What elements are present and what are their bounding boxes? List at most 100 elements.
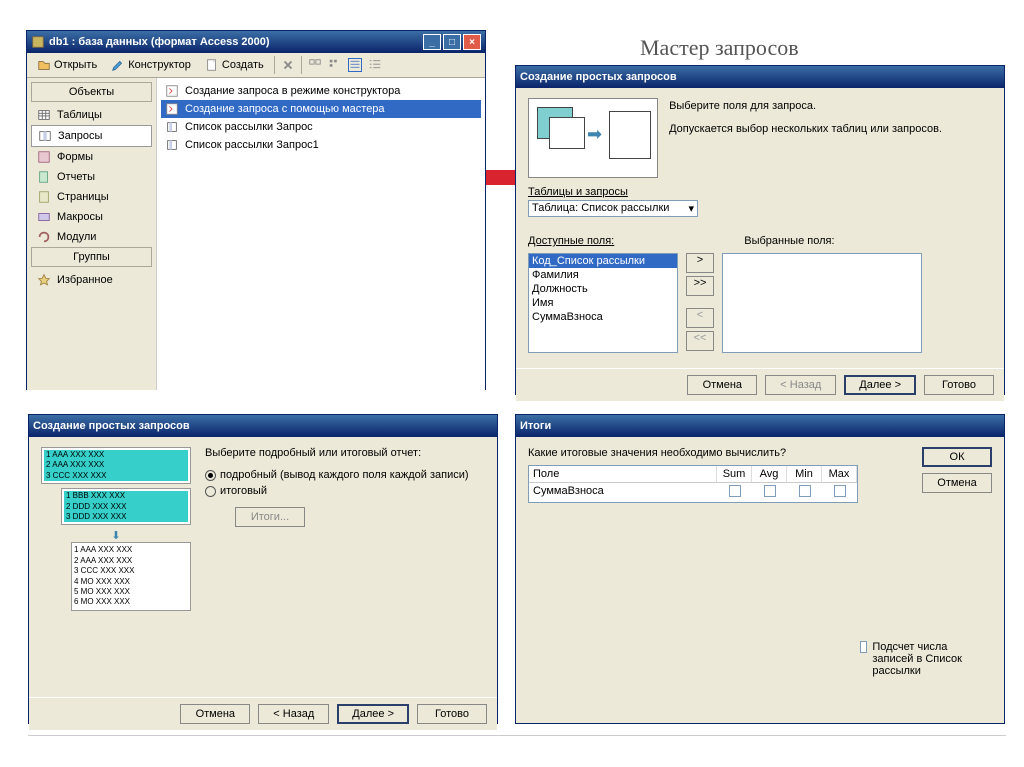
form-icon [37, 150, 51, 164]
create-button[interactable]: Создать [201, 56, 268, 74]
window-title: db1 : база данных (формат Access 2000) [49, 36, 270, 48]
maximize-button[interactable]: □ [443, 34, 461, 50]
cancel-button[interactable]: Отмена [922, 473, 992, 493]
table-combo[interactable]: Таблица: Список рассылки▾ [528, 200, 698, 217]
wizard-report-type-dialog: Создание простых запросов 1 AAA XXX XXX2… [28, 414, 498, 724]
sidebar-item-reports[interactable]: Отчеты [31, 167, 152, 187]
view-small-icon[interactable] [328, 58, 342, 72]
row-field-name: СуммаВзноса [529, 483, 717, 502]
list-item[interactable]: Список рассылки Запрос1 [161, 136, 481, 154]
remove-all-button[interactable]: << [686, 331, 714, 351]
checkbox-icon [860, 641, 867, 653]
page-title: Мастер запросов [640, 35, 799, 61]
sidebar-item-favorites[interactable]: Избранное [31, 270, 152, 290]
sidebar-header-objects: Объекты [31, 82, 152, 102]
prompt-text: Какие итоговые значения необходимо вычис… [528, 447, 922, 459]
field-item[interactable]: Код_Список рассылки [529, 254, 677, 268]
checkbox-max[interactable] [834, 485, 846, 497]
list-item[interactable]: Создание запроса с помощью мастера [161, 100, 481, 118]
sidebar-item-tables[interactable]: Таблицы [31, 105, 152, 125]
next-button[interactable]: Далее > [337, 704, 409, 724]
delete-icon[interactable] [281, 58, 295, 72]
wizard-icon [165, 84, 179, 98]
new-icon [205, 58, 219, 72]
finish-button[interactable]: Готово [417, 704, 487, 724]
query-icon [38, 129, 52, 143]
count-records-checkbox[interactable]: Подсчет числа записей в Список рассылки [860, 641, 990, 677]
view-list-icon[interactable] [348, 58, 362, 72]
field-item[interactable]: Имя [529, 296, 677, 310]
open-button[interactable]: Открыть [33, 56, 101, 74]
col-avg: Avg [752, 466, 787, 482]
field-item[interactable]: СуммаВзноса [529, 310, 677, 324]
add-all-button[interactable]: >> [686, 276, 714, 296]
col-max: Max [822, 466, 857, 482]
table-icon [37, 108, 51, 122]
macro-icon [37, 210, 51, 224]
table-row: СуммаВзноса [529, 483, 857, 502]
titlebar[interactable]: Итоги [516, 415, 1004, 437]
sidebar-item-macros[interactable]: Макросы [31, 207, 152, 227]
list-item[interactable]: Список рассылки Запрос [161, 118, 481, 136]
field-item[interactable]: Должность [529, 282, 677, 296]
add-one-button[interactable]: > [686, 253, 714, 273]
titlebar[interactable]: Создание простых запросов [516, 66, 1004, 88]
wizard-icon [165, 102, 179, 116]
db-icon [31, 35, 45, 49]
back-button[interactable]: < Назад [258, 704, 329, 724]
divider [28, 735, 1006, 736]
close-button[interactable]: × [463, 34, 481, 50]
radio-icon [205, 486, 216, 497]
selected-fields-list[interactable] [722, 253, 922, 353]
sidebar-header-groups: Группы [31, 247, 152, 267]
radio-icon [205, 470, 216, 481]
available-label: Доступные поля: [528, 235, 614, 247]
selected-label: Выбранные поля: [744, 235, 834, 247]
intro-text: Выберите поля для запроса. Допускается в… [669, 98, 989, 137]
next-button[interactable]: Далее > [844, 375, 916, 395]
checkbox-avg[interactable] [764, 485, 776, 497]
design-button[interactable]: Конструктор [107, 56, 195, 74]
sidebar-item-queries[interactable]: Запросы [31, 125, 152, 147]
sidebar-item-pages[interactable]: Страницы [31, 187, 152, 207]
view-large-icon[interactable] [308, 58, 322, 72]
radio-summary[interactable]: итоговый [205, 485, 485, 497]
favorites-icon [37, 273, 51, 287]
illustration: ➡ [528, 98, 658, 178]
col-min: Min [787, 466, 822, 482]
chevron-down-icon: ▾ [688, 202, 694, 215]
tables-label: Таблицы и запросы [528, 186, 992, 198]
field-item[interactable]: Фамилия [529, 268, 677, 282]
checkbox-min[interactable] [799, 485, 811, 497]
view-detail-icon[interactable] [368, 58, 382, 72]
toolbar: Открыть Конструктор Создать [27, 53, 485, 78]
radio-detail[interactable]: подробный (вывод каждого поля каждой зап… [205, 469, 485, 481]
open-icon [37, 58, 51, 72]
remove-one-button[interactable]: < [686, 308, 714, 328]
col-field: Поле [529, 466, 717, 482]
sidebar-item-modules[interactable]: Модули [31, 227, 152, 247]
cancel-button[interactable]: Отмена [180, 704, 250, 724]
available-fields-list[interactable]: Код_Список рассылки Фамилия Должность Им… [528, 253, 678, 353]
report-icon [37, 170, 51, 184]
objects-sidebar: Объекты Таблицы Запросы Формы Отчеты Стр… [27, 78, 157, 390]
illustration: 1 AAA XXX XXX2 AAA XXX XXX3 CCC XXX XXX … [41, 447, 191, 615]
minimize-button[interactable]: _ [423, 34, 441, 50]
back-button: < Назад [765, 375, 836, 395]
titlebar[interactable]: db1 : база данных (формат Access 2000) _… [27, 31, 485, 53]
cancel-button[interactable]: Отмена [687, 375, 757, 395]
totals-table: Поле Sum Avg Min Max СуммаВзноса [528, 465, 858, 503]
page-icon [37, 190, 51, 204]
titlebar[interactable]: Создание простых запросов [29, 415, 497, 437]
query-file-icon [165, 120, 179, 134]
checkbox-sum[interactable] [729, 485, 741, 497]
totals-dialog: Итоги Какие итоговые значения необходимо… [515, 414, 1005, 724]
summary-options-button: Итоги... [235, 507, 305, 527]
list-item[interactable]: Создание запроса в режиме конструктора [161, 82, 481, 100]
query-file-icon [165, 138, 179, 152]
sidebar-item-forms[interactable]: Формы [31, 147, 152, 167]
finish-button[interactable]: Готово [924, 375, 994, 395]
prompt-text: Выберите подробный или итоговый отчет: [205, 447, 485, 459]
ok-button[interactable]: ОК [922, 447, 992, 467]
col-sum: Sum [717, 466, 752, 482]
